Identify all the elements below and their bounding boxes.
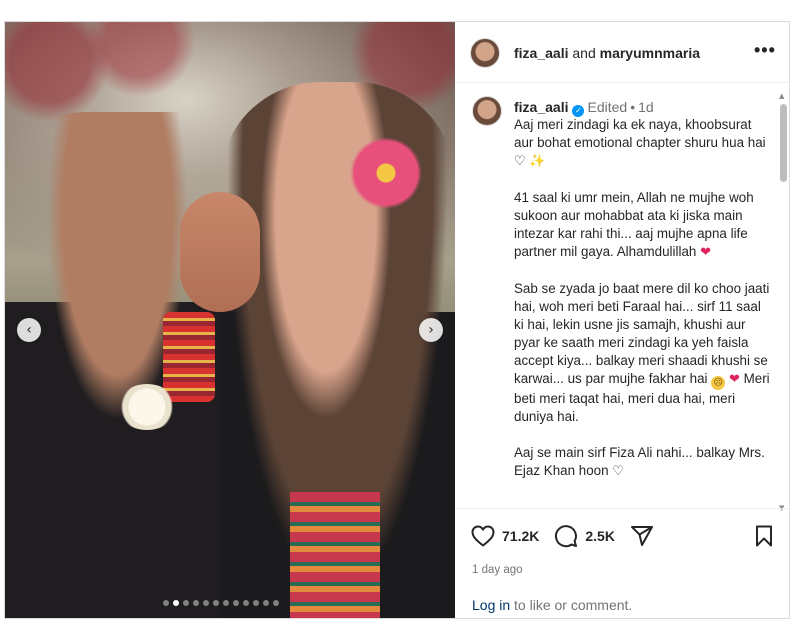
author-connector: and (572, 45, 596, 61)
login-prompt-text: to like or comment. (510, 597, 633, 613)
post-authors: fiza_aali and maryumnmaria (514, 45, 700, 61)
avatar[interactable] (470, 38, 500, 68)
comment-count: 2.5K (585, 528, 615, 544)
caption-area[interactable]: fiza_aali ✓ Edited • 1d Aaj meri zindagi ka … (456, 84, 789, 504)
carousel-dot (233, 600, 239, 606)
carousel-dot-active (173, 600, 179, 606)
dress-embroidery (290, 492, 380, 618)
scroll-up-icon[interactable]: ▲ (779, 92, 784, 100)
hennaed-hands (180, 192, 260, 312)
caption-scrollbar[interactable]: ▲ ▼ (779, 92, 787, 516)
red-heart-icon: ❤ (728, 372, 740, 387)
author-link-maryum[interactable]: maryumnmaria (600, 45, 700, 61)
caption-paragraph-text: 41 saal ki umr mein, Allah ne mujhe woh … (514, 190, 754, 259)
carousel-dot (243, 600, 249, 606)
post-timestamp[interactable]: 1 day ago (472, 564, 523, 576)
carousel-dot (193, 600, 199, 606)
chevron-left-icon: ‹ (26, 322, 32, 338)
pink-flower (350, 137, 422, 209)
caption-paragraph-text: Aaj se main sirf Fiza Ali nahi... balkay… (514, 445, 765, 478)
more-options-icon[interactable]: ••• (754, 40, 776, 61)
like-heart-icon[interactable] (470, 523, 496, 549)
carousel-dot (253, 600, 259, 606)
edited-label: Edited (587, 99, 628, 115)
caption-username[interactable]: fiza_aali (514, 99, 568, 115)
login-link[interactable]: Log in (472, 597, 510, 613)
sparkles-icon: ✨ (529, 154, 546, 169)
author-link-fiza[interactable]: fiza_aali (514, 45, 568, 61)
white-boutonniere (117, 384, 177, 430)
action-row: 71.2K 2.5K (470, 523, 655, 549)
post-image[interactable]: ‹ › (5, 22, 455, 618)
post-actions: 71.2K 2.5K 1 day ago Log in to like or c… (456, 508, 789, 618)
caption-time[interactable]: 1d (638, 99, 654, 115)
carousel-dot (183, 600, 189, 606)
carousel-dot (163, 600, 169, 606)
share-send-icon[interactable] (629, 523, 655, 549)
carousel-indicator (163, 600, 279, 606)
post-dialog: ‹ › fiza_aali and maryumnmaria ••• fiza_… (4, 21, 790, 619)
post-side-panel: fiza_aali and maryumnmaria ••• fiza_aali… (456, 22, 789, 618)
comment-bubble-icon[interactable] (553, 523, 579, 549)
carousel-dot (213, 600, 219, 606)
like-count: 71.2K (502, 528, 540, 544)
caption-paragraph: Aaj se main sirf Fiza Ali nahi... balkay… (514, 444, 774, 481)
bangles (163, 312, 215, 402)
white-heart-icon: ♡ (612, 464, 624, 479)
carousel-dot (273, 600, 279, 606)
carousel-dot (263, 600, 269, 606)
caption-paragraph-text: Aaj meri zindagi ka ek naya, khoobsurat … (514, 117, 766, 150)
carousel-dot (203, 600, 209, 606)
post-header: fiza_aali and maryumnmaria ••• (456, 22, 789, 83)
avatar[interactable] (472, 96, 502, 126)
caption-paragraph: 41 saal ki umr mein, Allah ne mujhe woh … (514, 189, 774, 262)
next-image-button[interactable]: › (419, 318, 443, 342)
caption-text: Aaj meri zindagi ka ek naya, khoobsurat … (514, 116, 774, 499)
caption-paragraph-text: Sab se zyada jo baat mere dil ko choo ja… (514, 281, 770, 386)
chevron-right-icon: › (428, 322, 434, 338)
white-heart-icon: ♡ (514, 154, 526, 169)
red-heart-icon: ❤ (700, 245, 711, 260)
caption-paragraph: Sab se zyada jo baat mere dil ko choo ja… (514, 280, 774, 426)
dot-separator: • (630, 99, 636, 115)
caption-header: fiza_aali ✓ Edited • 1d (514, 98, 654, 117)
caption-paragraph: Aaj meri zindagi ka ek naya, khoobsurat … (514, 116, 774, 171)
carousel-dot (223, 600, 229, 606)
scrollbar-thumb[interactable] (780, 104, 787, 182)
previous-image-button[interactable]: ‹ (17, 318, 41, 342)
teary-face-icon: ☹ (711, 376, 726, 390)
login-prompt: Log in to like or comment. (472, 597, 632, 613)
bookmark-icon[interactable] (752, 523, 776, 549)
groom-figure (5, 112, 255, 618)
